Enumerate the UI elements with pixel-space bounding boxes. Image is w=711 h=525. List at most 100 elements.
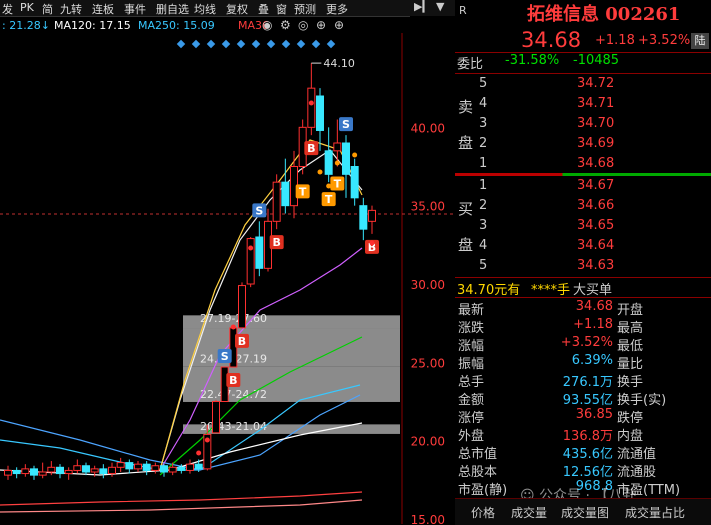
stat-label-right: 量比 xyxy=(617,357,644,372)
candle-body xyxy=(194,463,203,470)
stat-label-right: 最高 xyxy=(617,321,644,336)
candle-body xyxy=(246,238,255,285)
toolbar-item-8[interactable]: 复权 xyxy=(226,1,248,17)
stat-label: 涨幅 xyxy=(458,339,485,354)
ma-legend-item: MA120: 17.15 xyxy=(54,19,131,32)
order-price: 34.63 xyxy=(577,258,615,273)
candle-body xyxy=(368,209,376,222)
signal-marker-label: T xyxy=(299,185,307,198)
toolbar-item-4[interactable]: 连板 xyxy=(92,1,114,17)
toolbar-item-0[interactable]: 发 xyxy=(2,1,13,17)
stat-label-right: 最低 xyxy=(617,339,644,354)
eye-icon[interactable]: ◎ xyxy=(298,18,308,32)
candle-body xyxy=(324,150,333,175)
stat-label: 涨跌 xyxy=(458,321,485,336)
chip-range-label: 20.43-21.04 xyxy=(200,420,267,433)
order-level: 4 xyxy=(479,96,488,111)
candle-body xyxy=(90,468,99,473)
weibi-pct: -31.58% xyxy=(505,53,560,68)
candle-body xyxy=(38,471,47,476)
candle-body xyxy=(272,181,281,222)
order-row: 3 34.70 xyxy=(455,116,711,134)
stat-value: +1.18 xyxy=(573,317,613,332)
eye-icon[interactable]: ◉ xyxy=(262,18,272,32)
price-axis-label: 25.00 xyxy=(411,356,445,370)
candle-body xyxy=(307,87,316,128)
book-side-label: 盘 xyxy=(458,134,474,152)
signal-marker-label: S xyxy=(255,204,263,217)
candle-body xyxy=(125,462,134,470)
order-level: 5 xyxy=(479,258,488,273)
toolbar-item-11[interactable]: 预测 xyxy=(294,1,316,17)
right-arrow-icon[interactable]: ▶▎ xyxy=(414,0,431,13)
toolbar-item-10[interactable]: 窗 xyxy=(276,1,287,17)
signal-dot xyxy=(204,437,210,443)
candle-body xyxy=(64,469,73,475)
signal-marker-label: B xyxy=(307,142,315,155)
order-price: 34.65 xyxy=(577,218,615,233)
stat-label-right: 换手 xyxy=(617,375,644,390)
order-row: 1 34.67 xyxy=(455,178,711,196)
stat-row: 最新 34.68 开盘 xyxy=(455,299,711,318)
order-row: 5 34.63 xyxy=(455,258,711,276)
order-level: 2 xyxy=(479,136,488,151)
candle-body xyxy=(73,465,82,471)
candle-body xyxy=(350,166,359,199)
toolbar-item-9[interactable]: 叠 xyxy=(258,1,269,17)
order-row: 1 34.68 xyxy=(455,156,711,174)
toolbar-item-6[interactable]: 删自选 xyxy=(156,1,189,17)
dropdown-arrow-icon[interactable]: ▼ xyxy=(436,0,444,13)
order-price: 34.68 xyxy=(577,156,615,171)
quote-panel: R 拓维信息 002261 34.68 +1.18 +3.52% 陆 委比 -3… xyxy=(455,0,711,524)
land-badge[interactable]: 陆 xyxy=(691,33,709,49)
stat-value: 136.8万 xyxy=(562,429,613,444)
bottom-tab-1[interactable]: 成交量 xyxy=(511,504,547,521)
toolbar-item-7[interactable]: 均线 xyxy=(194,1,216,17)
toolbar-item-12[interactable]: 更多 xyxy=(326,1,348,17)
stat-row: 金额 93.55亿 换手(实) xyxy=(455,389,711,408)
stat-label: 市盈(静) xyxy=(458,483,508,498)
plus-icon[interactable]: ⊕ xyxy=(316,18,326,32)
candle-body xyxy=(116,462,125,468)
signal-marker-label: T xyxy=(325,193,333,206)
bottom-tab-0[interactable]: 价格 xyxy=(471,504,495,521)
stat-label: 总股本 xyxy=(458,465,498,480)
order-price: 34.69 xyxy=(577,136,615,151)
plus-icon[interactable]: ⊕ xyxy=(334,18,344,32)
bottom-tab-3[interactable]: 成交量占比 xyxy=(625,504,685,521)
candle-body xyxy=(56,466,64,475)
bottom-tab-2[interactable]: 成交量图 xyxy=(561,504,609,521)
signal-dot xyxy=(369,240,375,246)
toolbar-item-3[interactable]: 九转 xyxy=(60,1,82,17)
toolbar-item-2[interactable]: 简 xyxy=(42,1,53,17)
toolbar-item-5[interactable]: 事件 xyxy=(124,1,146,17)
book-side-label: 卖 xyxy=(458,98,474,116)
order-row: 5 34.72 xyxy=(455,76,711,94)
gear-icon[interactable]: ⚙ xyxy=(280,18,291,32)
order-level: 1 xyxy=(479,178,488,193)
price-axis-label: 20.00 xyxy=(411,435,445,449)
order-level: 3 xyxy=(479,116,488,131)
signal-dot xyxy=(334,160,340,166)
toolbar-land-label[interactable]: ▶▎ ▼ xyxy=(410,0,455,16)
signal-dot xyxy=(352,152,358,158)
stat-value: 93.55亿 xyxy=(562,393,613,408)
big-buy-qty: ****手 xyxy=(531,283,571,298)
candle-body xyxy=(160,465,168,473)
signal-dot xyxy=(326,183,332,189)
candle-body xyxy=(4,469,12,476)
stock-name: 拓维信息 002261 xyxy=(527,4,681,25)
weibi-row: 委比 -31.58% -10485 xyxy=(455,53,711,72)
big-buy-row: 34.70元有 ****手 大买单 xyxy=(455,279,711,298)
ma-legend-item: : 21.28↓ xyxy=(2,19,50,32)
candle-body xyxy=(30,468,38,476)
order-price: 34.71 xyxy=(577,96,615,111)
signal-marker-label: B xyxy=(229,374,237,387)
toolbar-item-1[interactable]: PK xyxy=(20,1,34,14)
signal-dot xyxy=(230,324,236,330)
ma-legend-item: MA250: 15.09 xyxy=(138,19,215,32)
bottom-tabs: 价格 成交量 成交量图 成交量占比 xyxy=(455,498,711,525)
order-price: 34.64 xyxy=(577,238,615,253)
order-price: 34.66 xyxy=(577,198,615,213)
candle-body xyxy=(99,468,108,475)
